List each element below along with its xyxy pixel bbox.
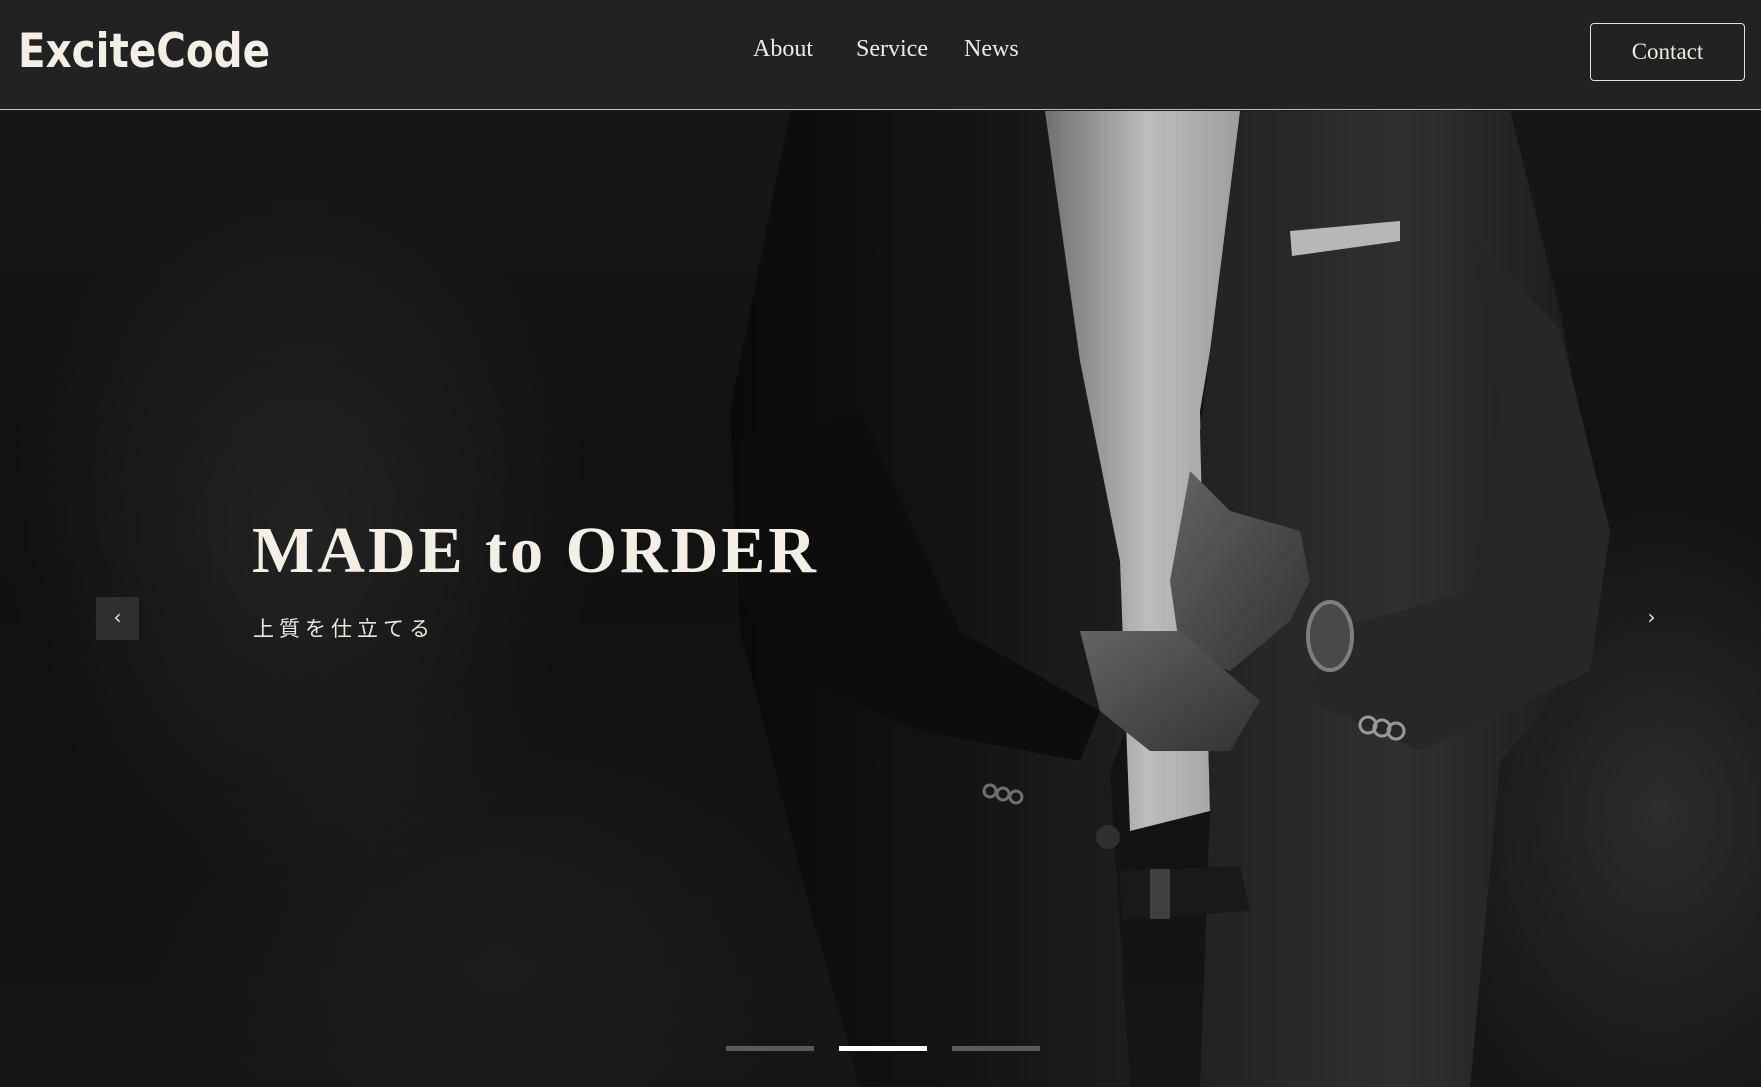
hero-subtitle: 上質を仕立てる xyxy=(253,617,435,641)
slide-indicator-1[interactable] xyxy=(726,1046,814,1051)
nav-link-service[interactable]: Service xyxy=(856,36,928,63)
hero-title: MADE to ORDER xyxy=(252,514,819,587)
hero-slider: MADE to ORDER 上質を仕立てる ‹ › xyxy=(0,111,1761,1087)
nav-link-about[interactable]: About xyxy=(753,36,813,63)
hero-image xyxy=(0,111,1761,1087)
chevron-right-icon[interactable]: › xyxy=(1630,597,1673,640)
main-nav: About Service News xyxy=(0,0,1761,110)
chevron-left-icon[interactable]: ‹ xyxy=(96,597,139,640)
slide-indicator-3[interactable] xyxy=(952,1046,1040,1051)
site-header: ExciteCode About Service News Contact xyxy=(0,0,1761,110)
nav-link-news[interactable]: News xyxy=(964,36,1019,63)
slide-indicator-2[interactable] xyxy=(839,1046,927,1051)
contact-button[interactable]: Contact xyxy=(1590,23,1745,81)
